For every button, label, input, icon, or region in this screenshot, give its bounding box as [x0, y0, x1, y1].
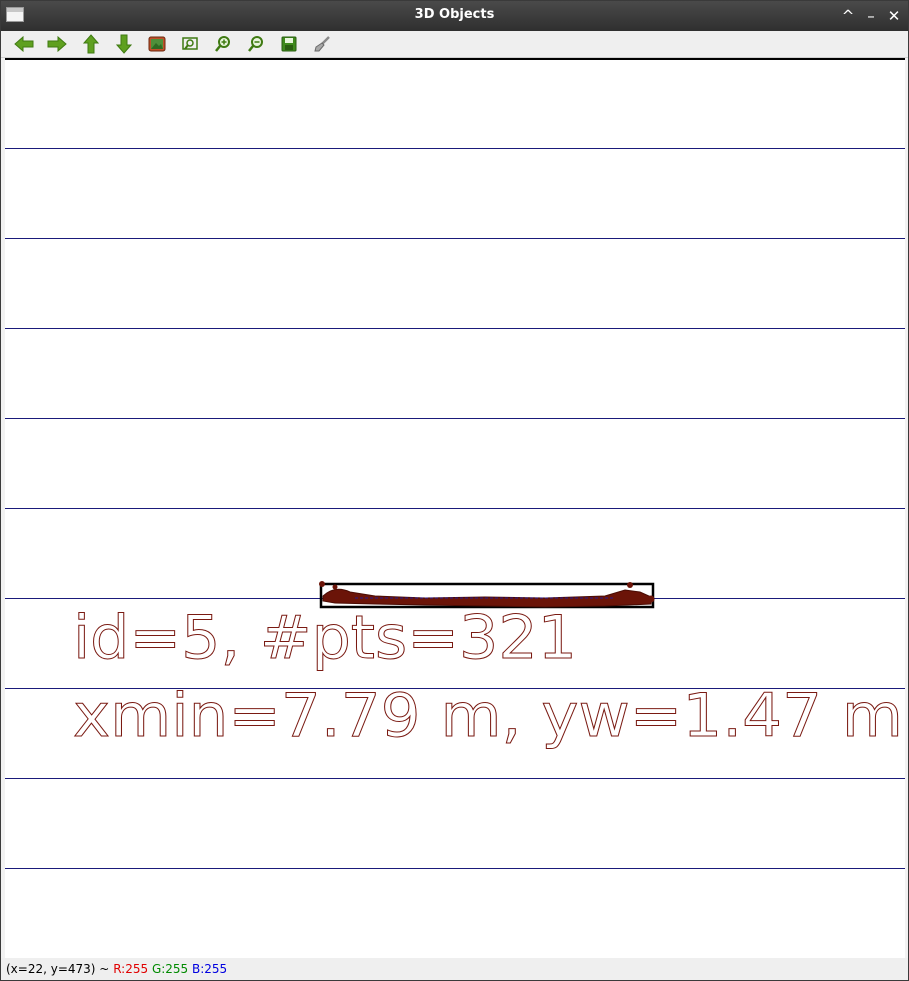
maximize-button[interactable]: ^ [838, 6, 858, 26]
arrow-left-icon [14, 36, 34, 52]
close-button[interactable]: ✕ [884, 6, 904, 26]
zoom-in-icon [215, 36, 230, 52]
zoom-in-button[interactable] [211, 33, 235, 55]
gridlines [5, 148, 905, 869]
image-icon [148, 36, 166, 52]
green-value: G:255 [151, 962, 189, 976]
status-bar: (x=22, y=473) ~ R:255 G:255 B:255 [1, 958, 908, 980]
red-value: R:255 [113, 962, 149, 976]
floppy-disk-icon [281, 36, 297, 52]
pan-left-button[interactable] [12, 33, 36, 55]
brush-icon [314, 36, 330, 52]
corner-point [627, 582, 633, 588]
minimize-button[interactable]: – [861, 6, 881, 26]
pan-right-button[interactable] [45, 33, 69, 55]
zoom-reset-button[interactable] [145, 33, 169, 55]
arrow-up-icon [83, 34, 99, 54]
arrow-right-icon [47, 36, 67, 52]
image-view[interactable]: id=5, #pts=321 xmin=7.79 m, yw=1.47 m [5, 60, 905, 958]
blue-value: B:255 [192, 962, 228, 976]
corner-point [319, 581, 325, 587]
toolbar [1, 31, 908, 58]
object-position-label: xmin=7.79 m, yw=1.47 m [73, 681, 903, 751]
properties-button[interactable] [310, 33, 334, 55]
object-id-label: id=5, #pts=321 [73, 603, 577, 673]
arrow-down-icon [116, 34, 132, 54]
save-image-button[interactable] [277, 33, 301, 55]
window-title: 3D Objects [414, 7, 495, 22]
corner-point [647, 595, 655, 603]
pan-down-button[interactable] [112, 33, 136, 55]
image-canvas[interactable]: id=5, #pts=321 xmin=7.79 m, yw=1.47 m [5, 58, 905, 958]
cursor-coordinates: (x=22, y=473) ~ [6, 962, 110, 976]
zoom-region-button[interactable] [178, 33, 202, 55]
zoom-out-button[interactable] [244, 33, 268, 55]
title-bar[interactable]: 3D Objects ^ – ✕ [1, 1, 908, 31]
image-window: 3D Objects ^ – ✕ id=5, #pts=321 xmin=7.7… [0, 0, 909, 981]
zoom-region-icon [182, 37, 198, 50]
corner-point [332, 584, 338, 590]
zoom-out-icon [248, 36, 263, 52]
pan-up-button[interactable] [79, 33, 103, 55]
